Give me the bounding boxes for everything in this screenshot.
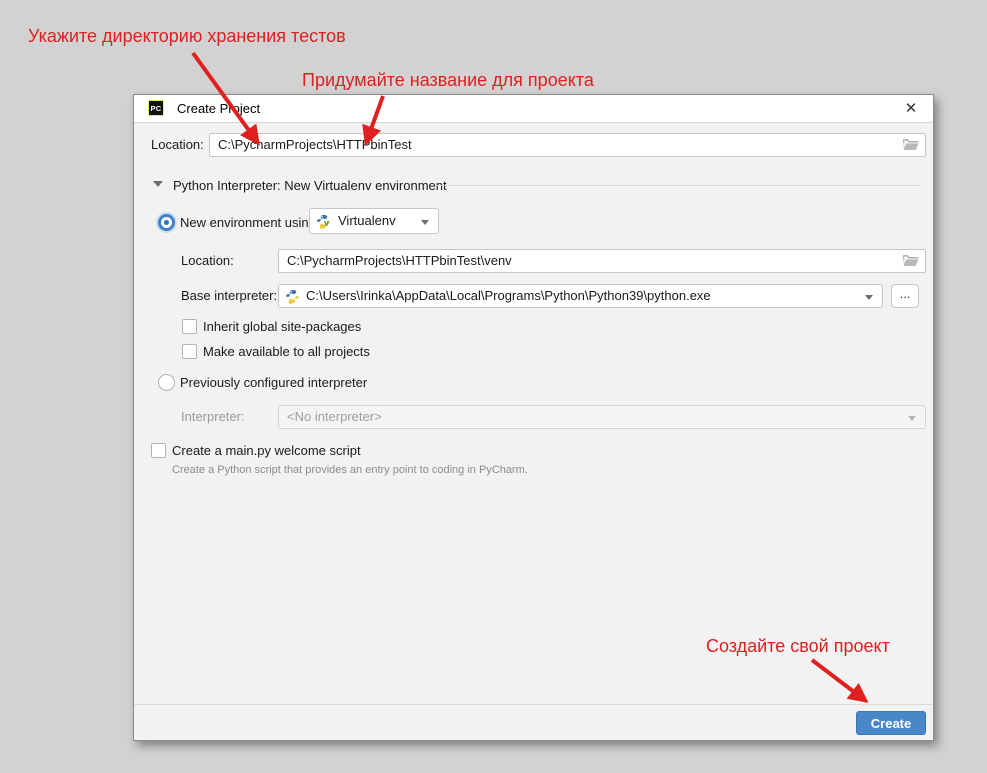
annotation-location-hint: Укажите директорию хранения тестов: [28, 25, 346, 47]
new-environment-radio[interactable]: [158, 214, 175, 231]
chevron-down-icon: [865, 295, 873, 300]
venv-location-input[interactable]: C:\PycharmProjects\HTTPbinTest\venv: [278, 249, 926, 273]
welcome-script-checkbox[interactable]: [151, 443, 166, 458]
base-interpreter-label: Base interpreter:: [181, 284, 277, 308]
make-available-checkbox[interactable]: [182, 344, 197, 359]
project-location-value: C:\PycharmProjects\HTTPbinTest: [218, 137, 412, 152]
interpreter-section-header[interactable]: Python Interpreter: New Virtualenv envir…: [173, 178, 447, 193]
title-bar: PC Create Project ✕: [134, 95, 933, 123]
interpreter-value: <No interpreter>: [287, 409, 382, 424]
python-icon: [285, 289, 300, 304]
previously-configured-radio[interactable]: [158, 374, 175, 391]
section-divider: [436, 185, 921, 186]
virtualenv-v-badge: v: [324, 219, 329, 228]
pycharm-app-icon: PC: [148, 100, 164, 116]
base-interpreter-value: C:\Users\Irinka\AppData\Local\Programs\P…: [306, 288, 711, 303]
previously-configured-label: Previously configured interpreter: [180, 375, 367, 391]
new-environment-radio-label: New environment using: [180, 215, 316, 231]
inherit-site-packages-label: Inherit global site-packages: [203, 319, 361, 335]
folder-browse-icon[interactable]: [902, 137, 919, 152]
venv-location-label: Location:: [181, 249, 234, 273]
environment-type-dropdown[interactable]: v Virtualenv: [309, 208, 439, 234]
folder-browse-icon[interactable]: [902, 253, 919, 268]
inherit-site-packages-checkbox[interactable]: [182, 319, 197, 334]
welcome-script-label: Create a main.py welcome script: [172, 443, 361, 459]
chevron-down-icon: [421, 220, 429, 225]
venv-location-value: C:\PycharmProjects\HTTPbinTest\venv: [287, 253, 512, 268]
create-button[interactable]: Create: [856, 711, 926, 735]
interpreter-label: Interpreter:: [181, 405, 245, 429]
button-bar-divider: [134, 704, 933, 705]
chevron-down-icon: [908, 416, 916, 421]
annotation-create-hint: Создайте свой проект: [706, 635, 890, 657]
make-available-label: Make available to all projects: [203, 344, 370, 360]
window-title: Create Project: [177, 101, 260, 116]
interpreter-dropdown: <No interpreter>: [278, 405, 926, 429]
annotation-project-name-hint: Придумайте название для проекта: [302, 69, 594, 91]
base-interpreter-dropdown[interactable]: C:\Users\Irinka\AppData\Local\Programs\P…: [278, 284, 883, 308]
location-label: Location:: [151, 133, 204, 157]
close-icon[interactable]: ✕: [899, 97, 923, 119]
project-location-input[interactable]: C:\PycharmProjects\HTTPbinTest: [209, 133, 926, 157]
base-interpreter-browse-button[interactable]: ...: [891, 284, 919, 308]
section-collapse-icon[interactable]: [153, 181, 163, 187]
welcome-script-description: Create a Python script that provides an …: [172, 464, 528, 476]
